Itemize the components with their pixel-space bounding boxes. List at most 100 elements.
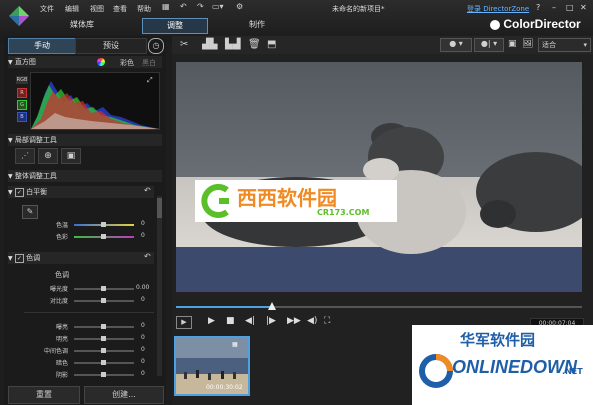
view-mode-single-icon[interactable]: ● ▾ — [440, 38, 472, 52]
split-icon[interactable]: ▟▙ — [202, 39, 217, 50]
exposure-knob[interactable] — [101, 286, 106, 291]
menu-edit[interactable]: 编辑 — [65, 4, 79, 14]
next-frame-icon[interactable]: |▶ — [266, 316, 276, 326]
tone-header[interactable]: ▼ ✓ 色调 — [8, 252, 154, 264]
histogram-header[interactable]: ▼ 直方图 — [8, 56, 162, 68]
onlinedown-ring-icon — [419, 354, 453, 388]
path-tool-icon[interactable]: ⋰ — [15, 148, 35, 164]
reset-button[interactable]: 重置 — [8, 386, 80, 404]
menu-file[interactable]: 文件 — [40, 4, 54, 14]
settings-gear-icon[interactable]: ⚙ — [236, 2, 243, 11]
highlights-knob[interactable] — [101, 324, 106, 329]
window-title: 未命名的新项目* — [332, 5, 385, 13]
redo-icon[interactable]: ↷ — [197, 2, 204, 11]
menu-video[interactable]: 视图 — [90, 4, 104, 14]
global-tools-header[interactable]: ▼ 整体调整工具 — [8, 170, 162, 182]
tab-manual[interactable]: 手动 — [8, 38, 76, 54]
color-wheel-icon[interactable] — [97, 58, 105, 66]
save-icon[interactable]: ▦ — [162, 2, 170, 11]
help-button[interactable]: ? — [536, 3, 540, 12]
cut-icon[interactable]: ✂ — [180, 39, 188, 50]
tab-library[interactable]: 媒体库 — [52, 18, 112, 32]
scrollbar-thumb[interactable] — [157, 198, 162, 218]
clip-thumbnail[interactable]: ▦ 00:00:30:02 — [174, 336, 250, 396]
shadows-knob[interactable] — [101, 372, 106, 377]
tab-produce[interactable]: 制作 — [227, 18, 287, 32]
reset-white-balance-icon[interactable]: ↶ — [144, 186, 151, 195]
white-balance-header[interactable]: ▼ ✓ 白平衡 — [8, 186, 154, 198]
preview-toolbar: ✂ ▟▙ ▙▟ 🗑 ⬒ ● ▾ ●| ▾ ▣ 🖼 适合 ▾ — [172, 36, 593, 54]
brightness-knob[interactable] — [101, 336, 106, 341]
view-mode-compare-icon[interactable]: ●| ▾ — [474, 38, 504, 52]
display-menu-icon[interactable]: ▭▾ — [212, 2, 224, 11]
radial-tool-icon[interactable]: ⊕ — [38, 148, 58, 164]
slider-value: 0.00 — [136, 284, 150, 291]
undo-icon[interactable]: ↶ — [180, 2, 187, 11]
watermark-logo-icon — [201, 184, 229, 218]
checkbox-tone[interactable]: ✓ — [14, 254, 24, 263]
channel-red-button[interactable]: R — [17, 88, 27, 98]
close-button[interactable]: ✕ — [580, 3, 587, 12]
gradient-tool-icon[interactable]: ▣ — [61, 148, 81, 164]
slider-label: 中间色调 — [43, 348, 68, 355]
histogram-expand-icon[interactable]: ⤢ — [147, 76, 153, 85]
bw-mode-button[interactable]: 黑白 — [142, 58, 156, 68]
login-link[interactable]: 登录 DirectorZone — [467, 4, 529, 14]
playhead-marker-icon[interactable] — [268, 302, 276, 310]
white-balance-label: 白平衡 — [26, 188, 48, 196]
delete-icon[interactable]: 🗑 — [248, 39, 261, 50]
slider-label: 暗色 — [55, 360, 68, 367]
image-view-icon[interactable]: 🖼 — [522, 39, 533, 49]
thumbnail-duration: 00:00:30:02 — [206, 384, 243, 391]
menu-help[interactable]: 帮助 — [137, 4, 151, 14]
video-preview[interactable] — [176, 62, 593, 292]
export-frame-icon[interactable]: ⬒ — [267, 39, 276, 50]
create-button[interactable]: 创建... — [84, 386, 164, 404]
midtones-knob[interactable] — [101, 348, 106, 353]
playback-progress[interactable] — [176, 302, 582, 312]
preview-toggle-icon[interactable]: ▶ — [176, 316, 192, 329]
local-tools-header[interactable]: ▼ 局部调整工具 — [8, 134, 162, 146]
collapse-triangle-icon: ▼ — [8, 137, 13, 144]
brand-text: ColorDirector — [503, 17, 581, 31]
local-tools-label: 局部调整工具 — [14, 136, 57, 144]
reset-tone-icon[interactable]: ↶ — [144, 252, 151, 261]
tone-sliders: 曝光度 0.00 对比度 0 曝亮 0 明亮 0 中间色调 0 暗色 0 阴影 … — [8, 284, 154, 384]
tab-presets[interactable]: 预设 — [75, 38, 147, 54]
tab-adjust[interactable]: 调整 — [142, 18, 208, 34]
slider-value: 0 — [141, 346, 145, 353]
snapshot-icon[interactable]: ▣ — [508, 39, 517, 49]
history-clock-icon[interactable]: ◷ — [148, 38, 164, 54]
app-logo — [8, 5, 30, 27]
checkbox-white-balance[interactable]: ✓ — [14, 188, 24, 197]
merge-icon[interactable]: ▙▟ — [225, 39, 240, 50]
temperature-knob[interactable] — [101, 222, 106, 227]
slider-value: 0 — [141, 232, 145, 239]
contrast-knob[interactable] — [101, 298, 106, 303]
channel-green-button[interactable]: G — [17, 100, 27, 110]
maximize-button[interactable]: □ — [566, 3, 574, 12]
color-mode-button[interactable]: 彩色 — [120, 58, 134, 68]
histogram-label: 直方图 — [14, 58, 36, 66]
channel-rgb-button[interactable]: RGB — [16, 76, 28, 84]
eyedropper-icon[interactable]: ✎ — [22, 205, 38, 219]
prev-frame-icon[interactable]: ◀| — [245, 316, 255, 326]
collapse-triangle-icon: ▼ — [8, 59, 13, 66]
clip-type-icon: ▦ — [232, 341, 238, 348]
darks-knob[interactable] — [101, 360, 106, 365]
tint-knob[interactable] — [101, 234, 106, 239]
panel-scrollbar[interactable] — [157, 196, 162, 376]
divider — [24, 312, 154, 313]
channel-blue-button[interactable]: B — [17, 112, 27, 122]
minimize-button[interactable]: – — [552, 3, 556, 12]
play-icon[interactable]: ▶ — [208, 316, 215, 326]
volume-icon[interactable]: ◀) — [307, 316, 317, 326]
collapse-triangle-icon: ▼ — [8, 173, 13, 180]
stop-icon[interactable]: ■ — [226, 316, 235, 326]
fast-forward-icon[interactable]: ▶▶ — [287, 316, 301, 326]
zoom-fit-dropdown[interactable]: 适合 ▾ — [538, 38, 591, 52]
brand-name: ColorDirector — [490, 17, 581, 31]
fullscreen-icon[interactable]: ⛶ — [324, 316, 330, 326]
histogram-graph — [31, 81, 159, 129]
menu-view[interactable]: 查看 — [113, 4, 127, 14]
